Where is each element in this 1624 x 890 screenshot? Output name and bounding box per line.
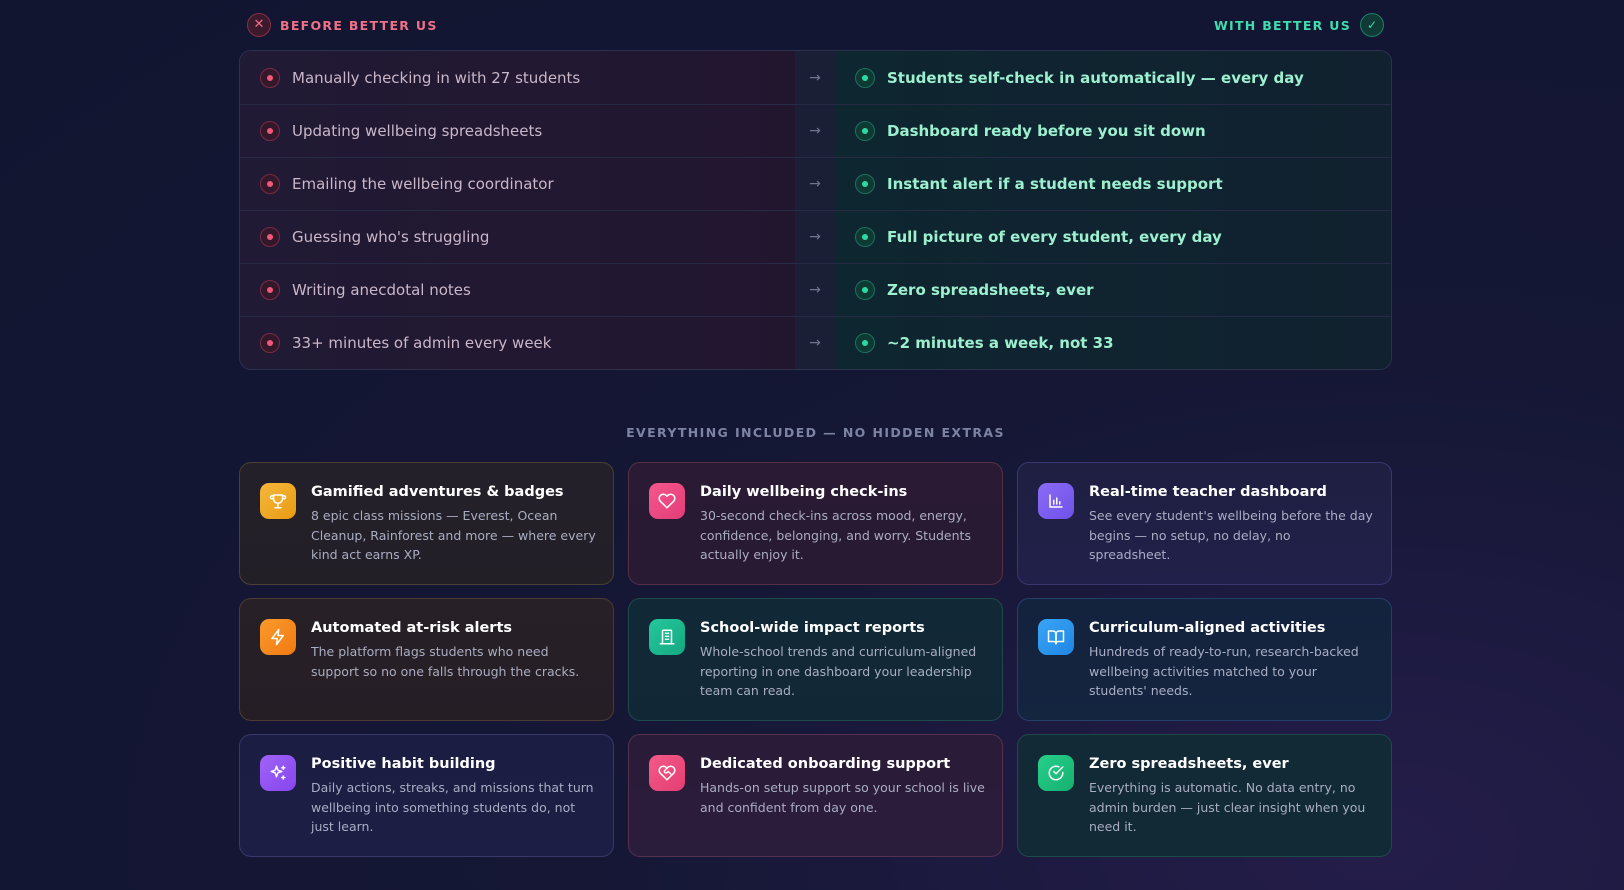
feature-description: Daily actions, streaks, and missions tha… bbox=[311, 780, 594, 834]
arrow-right-icon: → bbox=[795, 211, 835, 263]
bar-chart-icon bbox=[1038, 483, 1074, 519]
lightning-icon bbox=[260, 619, 296, 655]
arrow-right-icon: → bbox=[795, 105, 835, 157]
before-text: Writing anecdotal notes bbox=[292, 281, 471, 299]
feature-description: The platform flags students who need sup… bbox=[311, 644, 580, 679]
before-cell: Writing anecdotal notes bbox=[240, 264, 795, 316]
green-dot-icon bbox=[855, 174, 875, 194]
green-dot-icon bbox=[855, 121, 875, 141]
feature-description: 8 epic class missions — Everest, Ocean C… bbox=[311, 508, 596, 562]
feature-title: Positive habit building bbox=[311, 756, 496, 772]
after-cell: ~2 minutes a week, not 33 bbox=[835, 317, 1391, 369]
after-text: Students self-check in automatically — e… bbox=[887, 68, 1304, 87]
after-cell: Instant alert if a student needs support bbox=[835, 158, 1391, 210]
comparison-row: Emailing the wellbeing coordinator → Ins… bbox=[240, 157, 1391, 210]
red-dot-icon bbox=[260, 67, 280, 88]
comparison-row: Updating wellbeing spreadsheets → Dashbo… bbox=[240, 104, 1391, 157]
after-cell: Zero spreadsheets, ever bbox=[835, 264, 1391, 316]
before-cell: Updating wellbeing spreadsheets bbox=[240, 105, 795, 157]
after-label: WITH BETTER US bbox=[1213, 17, 1351, 33]
before-cell: Emailing the wellbeing coordinator bbox=[240, 158, 795, 210]
before-text: Emailing the wellbeing coordinator bbox=[292, 175, 554, 193]
heart-handshake-icon bbox=[649, 755, 685, 791]
feature-card: Daily wellbeing check-ins 30-second chec… bbox=[628, 462, 1003, 585]
feature-card: Real-time teacher dashboard See every st… bbox=[1017, 462, 1392, 585]
feature-description: Hundreds of ready-to-run, research-backe… bbox=[1089, 644, 1359, 698]
before-cell: 33+ minutes of admin every week bbox=[240, 317, 795, 369]
feature-title: Daily wellbeing check-ins bbox=[700, 484, 908, 500]
comparison-row: Writing anecdotal notes → Zero spreadshe… bbox=[240, 263, 1391, 316]
comparison-row: Guessing who's struggling → Full picture… bbox=[240, 210, 1391, 263]
heart-icon bbox=[649, 483, 685, 519]
feature-description: See every student's wellbeing before the… bbox=[1089, 508, 1373, 562]
feature-card: Positive habit building Daily actions, s… bbox=[239, 734, 614, 857]
feature-title: Zero spreadsheets, ever bbox=[1089, 756, 1289, 772]
comparison-row: Manually checking in with 27 students → … bbox=[240, 51, 1391, 104]
feature-card: Automated at-risk alerts The platform fl… bbox=[239, 598, 614, 721]
after-text: Dashboard ready before you sit down bbox=[887, 122, 1206, 140]
before-text: Manually checking in with 27 students bbox=[292, 68, 581, 87]
before-cell: Guessing who's struggling bbox=[240, 211, 795, 263]
after-cell: Full picture of every student, every day bbox=[835, 211, 1391, 263]
before-heading: ✕ BEFORE BETTER US bbox=[247, 13, 438, 37]
feature-grid: Gamified adventures & badges 8 epic clas… bbox=[239, 462, 1392, 857]
arrow-right-icon: → bbox=[795, 264, 835, 316]
feature-description: Everything is automatic. No data entry, … bbox=[1089, 780, 1366, 834]
after-cell: Dashboard ready before you sit down bbox=[835, 105, 1391, 157]
feature-description: Whole-school trends and curriculum-align… bbox=[700, 644, 977, 698]
page-content: ✕ BEFORE BETTER US WITH BETTER US ✓ Manu… bbox=[239, 0, 1392, 857]
check-icon: ✓ bbox=[1360, 13, 1384, 37]
after-text: ~2 minutes a week, not 33 bbox=[887, 334, 1114, 352]
feature-title: Curriculum-aligned activities bbox=[1089, 620, 1326, 636]
before-text: 33+ minutes of admin every week bbox=[292, 334, 552, 352]
building-icon bbox=[649, 619, 685, 655]
red-dot-icon bbox=[260, 280, 280, 300]
before-text: Updating wellbeing spreadsheets bbox=[292, 122, 543, 140]
feature-card: Gamified adventures & badges 8 epic clas… bbox=[239, 462, 614, 585]
after-heading: WITH BETTER US ✓ bbox=[1214, 13, 1384, 37]
before-text: Guessing who's struggling bbox=[292, 228, 490, 246]
red-dot-icon bbox=[260, 174, 280, 194]
feature-title: Real-time teacher dashboard bbox=[1089, 484, 1327, 500]
check-circle-icon bbox=[1038, 755, 1074, 791]
comparison-row: 33+ minutes of admin every week → ~2 min… bbox=[240, 316, 1391, 369]
green-dot-icon bbox=[855, 227, 875, 247]
comparison-table: Manually checking in with 27 students → … bbox=[239, 50, 1392, 370]
green-dot-icon bbox=[855, 67, 875, 88]
red-dot-icon bbox=[260, 121, 280, 141]
arrow-right-icon: → bbox=[795, 51, 835, 104]
red-dot-icon bbox=[260, 333, 280, 353]
arrow-right-icon: → bbox=[795, 158, 835, 210]
green-dot-icon bbox=[855, 280, 875, 300]
feature-card: School-wide impact reports Whole-school … bbox=[628, 598, 1003, 721]
feature-title: Gamified adventures & badges bbox=[311, 484, 564, 500]
feature-title: Automated at-risk alerts bbox=[311, 620, 513, 636]
feature-card: Zero spreadsheets, ever Everything is au… bbox=[1017, 734, 1392, 857]
feature-card: Dedicated onboarding support Hands-on se… bbox=[628, 734, 1003, 857]
feature-card: Curriculum-aligned activities Hundreds o… bbox=[1017, 598, 1392, 721]
feature-description: Hands-on setup support so your school is… bbox=[700, 780, 985, 815]
after-cell: Students self-check in automatically — e… bbox=[835, 51, 1391, 104]
sparkles-icon bbox=[260, 755, 296, 791]
feature-title: School-wide impact reports bbox=[700, 620, 925, 636]
feature-description: 30-second check-ins across mood, energy,… bbox=[700, 508, 971, 562]
before-cell: Manually checking in with 27 students bbox=[240, 51, 795, 104]
after-text: Full picture of every student, every day bbox=[887, 228, 1222, 246]
after-text: Zero spreadsheets, ever bbox=[887, 281, 1094, 299]
red-dot-icon bbox=[260, 227, 280, 247]
book-icon bbox=[1038, 619, 1074, 655]
x-icon: ✕ bbox=[247, 13, 271, 37]
after-text: Instant alert if a student needs support bbox=[887, 175, 1223, 193]
trophy-icon bbox=[260, 483, 296, 519]
arrow-right-icon: → bbox=[795, 317, 835, 369]
before-label: BEFORE BETTER US bbox=[280, 17, 438, 33]
green-dot-icon bbox=[855, 333, 875, 353]
section-heading: EVERYTHING INCLUDED — NO HIDDEN EXTRAS bbox=[626, 425, 1005, 440]
feature-title: Dedicated onboarding support bbox=[700, 756, 951, 772]
comparison-header: ✕ BEFORE BETTER US WITH BETTER US ✓ bbox=[239, 0, 1392, 50]
